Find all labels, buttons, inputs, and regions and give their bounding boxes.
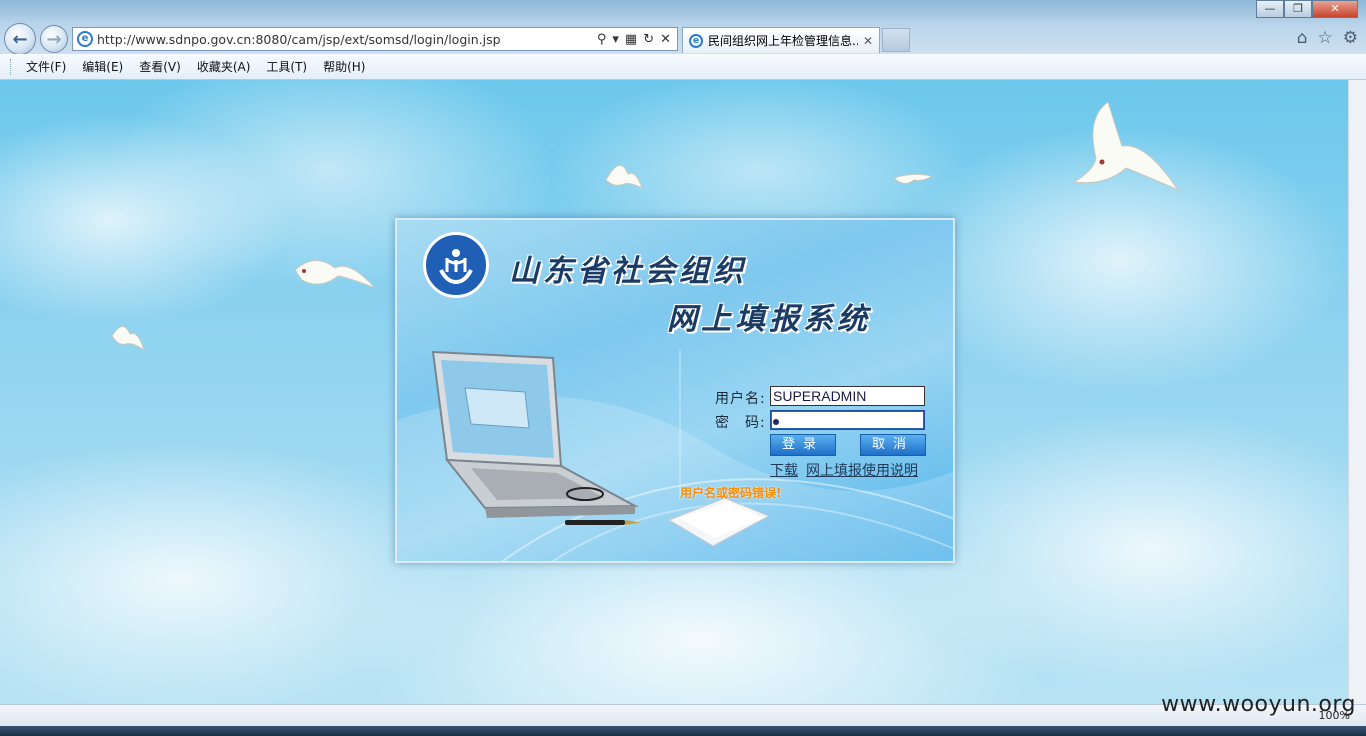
windows-taskbar	[0, 726, 1366, 736]
system-title-line1: 山东省社会组织	[509, 254, 747, 289]
new-tab-button[interactable]	[882, 28, 910, 52]
refresh-icon[interactable]: ↻	[643, 32, 654, 47]
favorites-star-icon[interactable]: ☆	[1318, 28, 1333, 48]
password-mask-dot	[773, 419, 779, 425]
search-icon[interactable]: ⚲	[597, 32, 607, 47]
login-panel: 山东省社会组织 网上填报系统 用户名: SUPERADMIN 密 码: 登录 取…	[395, 218, 955, 563]
dove-image-far	[893, 173, 934, 184]
download-text[interactable]: 下载	[770, 463, 798, 479]
tab-title: 民间组织网上年检管理信息...	[708, 34, 858, 48]
ie-page-icon: e	[77, 31, 93, 47]
error-message: 用户名或密码错误!	[680, 486, 782, 500]
system-title-line2: 网上填报系统	[667, 302, 871, 337]
maximize-button[interactable]: ❐	[1284, 0, 1312, 18]
menu-bar: 文件(F) 编辑(E) 查看(V) 收藏夹(A) 工具(T) 帮助(H)	[0, 54, 1366, 80]
watermark-text: www.wooyun.org	[1161, 692, 1356, 717]
login-button[interactable]: 登录	[770, 434, 836, 456]
password-label: 密 码:	[715, 415, 766, 431]
dove-image-top	[605, 164, 643, 189]
arrow-left-icon: ←	[12, 28, 28, 50]
menu-grip	[10, 58, 12, 75]
dove-image-large	[1072, 101, 1180, 192]
stop-icon[interactable]: ✕	[660, 32, 671, 47]
dropdown-icon[interactable]: ▾	[612, 32, 619, 47]
manual-download-link[interactable]: 下载 网上填报使用说明	[770, 460, 926, 480]
forward-button[interactable]: →	[40, 25, 68, 53]
tab-active[interactable]: e 民间组织网上年检管理信息... ✕	[682, 27, 880, 53]
address-bar[interactable]: e http://www.sdnpo.gov.cn:8080/cam/jsp/e…	[72, 27, 678, 51]
password-input[interactable]	[770, 410, 925, 430]
cancel-button[interactable]: 取消	[860, 434, 926, 456]
browser-titlebar: ← → e http://www.sdnpo.gov.cn:8080/cam/j…	[0, 0, 1366, 55]
url-text[interactable]: http://www.sdnpo.gov.cn:8080/cam/jsp/ext…	[97, 32, 597, 47]
back-button[interactable]: ←	[4, 23, 36, 55]
pen-image	[565, 520, 641, 525]
menu-file[interactable]: 文件(F)	[18, 58, 74, 75]
menu-help[interactable]: 帮助(H)	[315, 58, 373, 75]
window-controls: — ❐ ✕	[1256, 0, 1358, 18]
dove-image	[294, 260, 376, 289]
dove-image-small	[111, 326, 145, 352]
manual-link-text[interactable]: 网上填报使用说明	[806, 463, 918, 479]
menu-view[interactable]: 查看(V)	[131, 58, 189, 75]
logo-icon	[423, 232, 489, 298]
minimize-button[interactable]: —	[1256, 0, 1284, 18]
home-icon[interactable]: ⌂	[1297, 28, 1308, 48]
username-input[interactable]: SUPERADMIN	[770, 386, 925, 406]
menu-tools[interactable]: 工具(T)	[258, 58, 315, 75]
menu-edit[interactable]: 编辑(E)	[74, 58, 131, 75]
page-viewport: 山东省社会组织 网上填报系统 用户名: SUPERADMIN 密 码: 登录 取…	[0, 80, 1348, 704]
vertical-scrollbar[interactable]	[1348, 80, 1366, 704]
tab-ie-icon: e	[689, 33, 703, 48]
tools-gear-icon[interactable]: ⚙	[1343, 28, 1358, 48]
close-window-button[interactable]: ✕	[1312, 0, 1358, 18]
arrow-right-icon: →	[46, 28, 62, 50]
compat-view-icon[interactable]: ▦	[625, 32, 637, 47]
tab-close-icon[interactable]: ✕	[863, 34, 873, 48]
laptop-image	[431, 350, 639, 518]
menu-favorites[interactable]: 收藏夹(A)	[189, 58, 259, 75]
username-label: 用户名:	[715, 391, 766, 407]
